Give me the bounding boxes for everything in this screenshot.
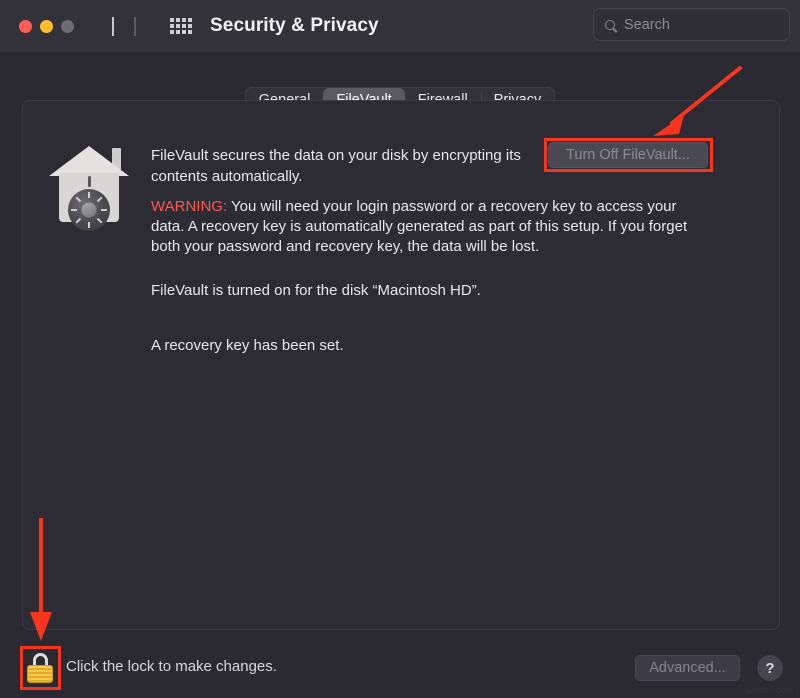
search-placeholder: Search bbox=[624, 16, 670, 33]
filevault-house-vault-icon bbox=[45, 142, 133, 231]
vault-dial bbox=[68, 189, 110, 231]
traffic-light-group bbox=[19, 19, 74, 33]
back-button[interactable] bbox=[112, 17, 114, 36]
filevault-recovery-status: A recovery key has been set. bbox=[151, 337, 344, 354]
warning-label: WARNING: bbox=[151, 198, 228, 215]
app-grid-icon[interactable] bbox=[170, 18, 192, 34]
chevron-left-icon bbox=[112, 17, 114, 36]
help-button[interactable]: ? bbox=[757, 655, 783, 681]
advanced-button[interactable]: Advanced... bbox=[635, 655, 740, 681]
window-titlebar: Security & Privacy Search bbox=[0, 0, 800, 52]
zoom-window-button[interactable] bbox=[61, 19, 74, 33]
minimize-window-button[interactable] bbox=[40, 19, 53, 33]
search-input[interactable]: Search bbox=[593, 8, 790, 41]
forward-button[interactable] bbox=[134, 17, 136, 36]
close-window-button[interactable] bbox=[19, 19, 32, 33]
lock-hint-label: Click the lock to make changes. bbox=[66, 658, 277, 675]
filevault-disk-status: FileVault is turned on for the disk “Mac… bbox=[151, 282, 481, 299]
warning-body: You will need your login password or a r… bbox=[151, 198, 688, 255]
search-icon bbox=[605, 19, 615, 30]
chevron-right-icon bbox=[134, 17, 136, 36]
watermark-label: wxcdn.com bbox=[746, 685, 794, 695]
navigation-arrows bbox=[112, 17, 136, 36]
page-title: Security & Privacy bbox=[210, 15, 379, 36]
filevault-warning-text: WARNING: You will need your login passwo… bbox=[151, 197, 709, 257]
filevault-intro-text: FileVault secures the data on your disk … bbox=[151, 147, 521, 185]
padlock-locked-icon[interactable] bbox=[27, 653, 53, 683]
turn-off-filevault-button[interactable]: Turn Off FileVault... bbox=[548, 142, 708, 168]
